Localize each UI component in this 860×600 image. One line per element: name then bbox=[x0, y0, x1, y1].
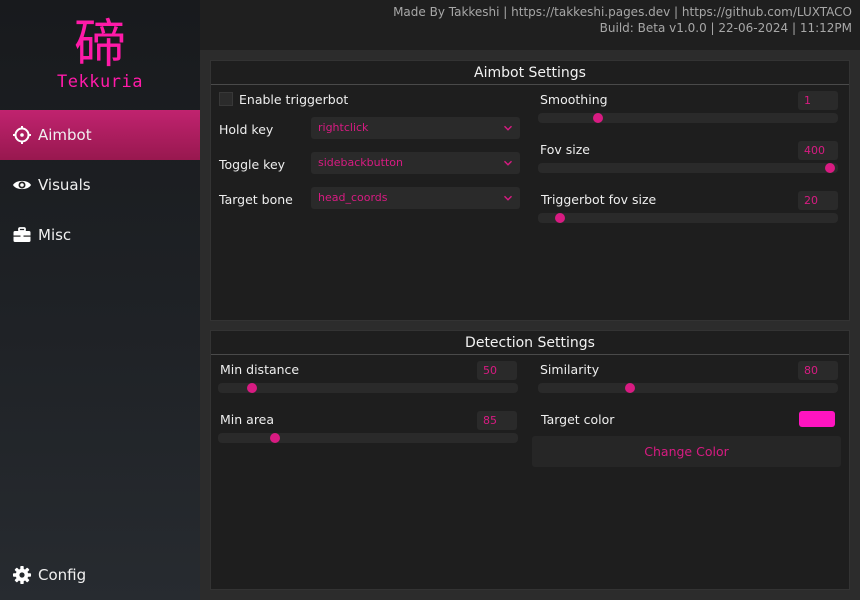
fov-size-slider[interactable] bbox=[538, 163, 838, 173]
toolbox-icon bbox=[13, 227, 31, 242]
fov-size-value[interactable]: 400 bbox=[798, 141, 838, 160]
slider-knob[interactable] bbox=[593, 113, 603, 123]
min-distance-label: Min distance bbox=[220, 362, 300, 377]
min-area-slider[interactable] bbox=[218, 433, 518, 443]
sidebar-item-aimbot[interactable]: Aimbot bbox=[0, 110, 200, 160]
slider-knob[interactable] bbox=[247, 383, 257, 393]
credits-text: Made By Takkeshi | https://takkeshi.page… bbox=[393, 5, 852, 19]
smoothing-slider[interactable] bbox=[538, 113, 838, 123]
target-bone-value: head_coords bbox=[318, 191, 388, 204]
eye-icon bbox=[13, 180, 31, 190]
chevron-down-icon bbox=[504, 160, 512, 166]
build-info: Made By Takkeshi | https://takkeshi.page… bbox=[393, 4, 852, 36]
target-color-label: Target color bbox=[541, 412, 615, 427]
min-distance-value[interactable]: 50 bbox=[477, 361, 517, 380]
hold-key-label: Hold key bbox=[219, 122, 274, 137]
similarity-value[interactable]: 80 bbox=[798, 361, 838, 380]
hold-key-value: rightclick bbox=[318, 121, 369, 134]
target-bone-label: Target bone bbox=[219, 192, 293, 207]
slider-knob[interactable] bbox=[270, 433, 280, 443]
target-color-swatch[interactable] bbox=[799, 411, 835, 427]
sidebar: 碲 Tekkuria Aimbot Visuals Misc Config bbox=[0, 0, 200, 600]
sidebar-item-label: Aimbot bbox=[38, 126, 92, 144]
detection-settings-panel: Detection Settings Min distance 50 Min a… bbox=[210, 330, 850, 590]
min-area-label: Min area bbox=[220, 412, 275, 427]
logo-glyph: 碲 bbox=[73, 15, 126, 75]
toggle-key-label: Toggle key bbox=[219, 157, 286, 172]
min-area-value[interactable]: 85 bbox=[477, 411, 517, 430]
smoothing-label: Smoothing bbox=[540, 92, 608, 107]
slider-knob[interactable] bbox=[555, 213, 565, 223]
enable-triggerbot-checkbox[interactable] bbox=[219, 92, 233, 106]
gear-icon bbox=[13, 566, 31, 584]
triggerbot-fov-label: Triggerbot fov size bbox=[541, 192, 657, 207]
enable-triggerbot-label: Enable triggerbot bbox=[239, 92, 349, 107]
fov-size-label: Fov size bbox=[540, 142, 590, 157]
slider-knob[interactable] bbox=[825, 163, 835, 173]
similarity-label: Similarity bbox=[540, 362, 600, 377]
triggerbot-fov-value[interactable]: 20 bbox=[798, 191, 838, 210]
chevron-down-icon bbox=[504, 125, 512, 131]
similarity-slider[interactable] bbox=[538, 383, 838, 393]
toggle-key-select[interactable]: sidebackbutton bbox=[311, 152, 520, 174]
target-bone-select[interactable]: head_coords bbox=[311, 187, 520, 209]
sidebar-item-label: Visuals bbox=[38, 176, 91, 194]
change-color-button[interactable]: Change Color bbox=[532, 436, 841, 467]
sidebar-item-misc[interactable]: Misc bbox=[0, 210, 200, 260]
triggerbot-fov-slider[interactable] bbox=[538, 213, 838, 223]
panel-title: Detection Settings bbox=[211, 331, 849, 355]
sidebar-item-visuals[interactable]: Visuals bbox=[0, 160, 200, 210]
aimbot-settings-panel: Aimbot Settings Enable triggerbot Hold k… bbox=[210, 60, 850, 321]
toggle-key-value: sidebackbutton bbox=[318, 156, 403, 169]
logo-text: Tekkuria bbox=[57, 72, 143, 92]
sidebar-item-label: Misc bbox=[38, 226, 72, 244]
hold-key-select[interactable]: rightclick bbox=[311, 117, 520, 139]
sidebar-item-label: Config bbox=[38, 566, 87, 584]
min-distance-slider[interactable] bbox=[218, 383, 518, 393]
sidebar-item-config[interactable]: Config bbox=[0, 550, 200, 600]
main-content: Aimbot Settings Enable triggerbot Hold k… bbox=[200, 50, 860, 600]
panel-title: Aimbot Settings bbox=[211, 61, 849, 85]
smoothing-value[interactable]: 1 bbox=[798, 91, 838, 110]
crosshair-icon bbox=[13, 126, 31, 144]
slider-knob[interactable] bbox=[625, 383, 635, 393]
build-text: Build: Beta v1.0.0 | 22-06-2024 | 11:12P… bbox=[599, 21, 852, 35]
app-logo: 碲 Tekkuria bbox=[0, 14, 200, 92]
chevron-down-icon bbox=[504, 195, 512, 201]
